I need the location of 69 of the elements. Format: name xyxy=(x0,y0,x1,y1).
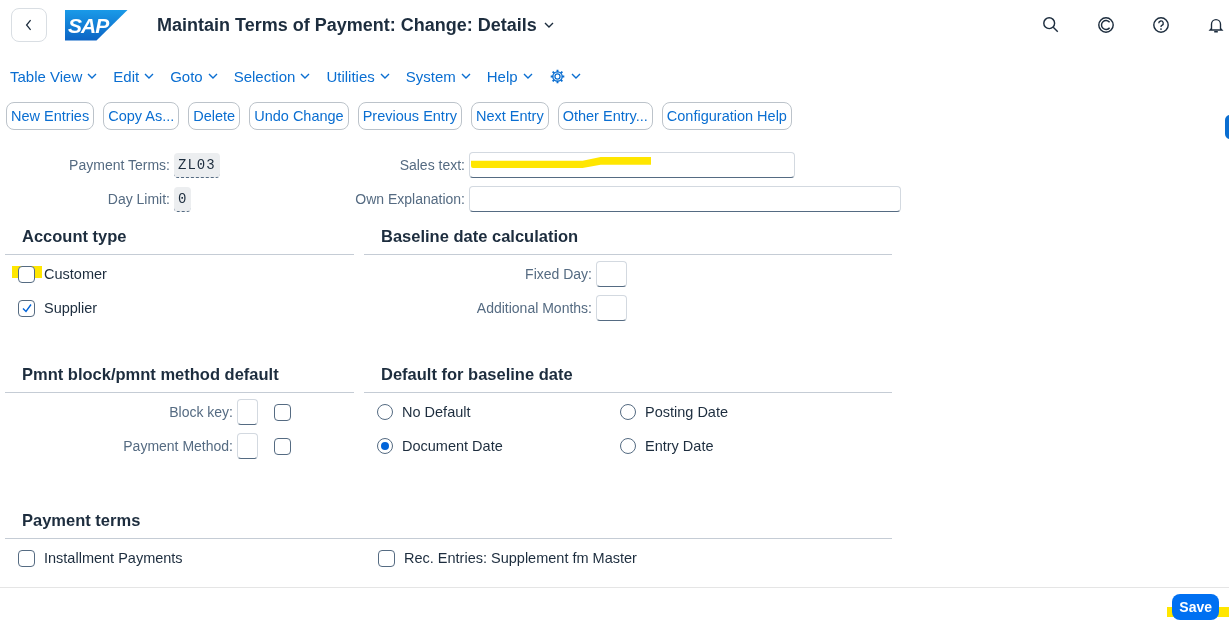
menu-item[interactable]: Goto xyxy=(170,64,218,88)
toolbar-button[interactable]: Other Entry... xyxy=(557,102,653,130)
section-heading: Account type xyxy=(5,219,354,255)
chevron-down-icon xyxy=(543,22,554,28)
input-field[interactable] xyxy=(237,433,258,459)
chevron-down-icon xyxy=(570,73,581,79)
toolbar-button[interactable]: Previous Entry xyxy=(357,102,462,130)
checkbox[interactable] xyxy=(18,265,35,283)
menu-item[interactable]: System xyxy=(405,64,471,88)
menu-item[interactable]: Edit xyxy=(113,64,155,88)
chevron-down-icon xyxy=(300,73,311,79)
text-field[interactable] xyxy=(469,152,795,178)
menu-item[interactable]: Utilities xyxy=(326,64,390,88)
text-field[interactable] xyxy=(469,186,901,212)
menu-item[interactable]: Selection xyxy=(233,64,311,88)
section-heading: Default for baseline date xyxy=(364,357,892,393)
toolbar-button[interactable]: Undo Change xyxy=(249,102,349,130)
menu-item[interactable]: Help xyxy=(486,64,533,88)
display-field: 0 xyxy=(174,186,192,212)
checkbox-label: Installment Payments xyxy=(44,550,183,566)
section-heading: Payment terms xyxy=(5,503,892,539)
chevron-down-icon xyxy=(460,73,471,79)
section-heading: Pmnt block/pmnt method default xyxy=(5,357,354,393)
checkbox[interactable] xyxy=(274,403,291,421)
checkbox[interactable] xyxy=(378,549,395,567)
radio-label: Document Date xyxy=(402,438,503,454)
display-field: ZL03 xyxy=(174,152,220,178)
input-field[interactable] xyxy=(596,261,627,287)
field-label: Additional Months: xyxy=(475,300,592,316)
toolbar-button[interactable]: Next Entry xyxy=(471,102,549,130)
field-label: Block key: xyxy=(168,404,233,420)
window-title[interactable]: Maintain Terms of Payment: Change: Details xyxy=(157,14,554,36)
back-icon xyxy=(25,18,33,31)
toolbar-button[interactable]: Configuration Help xyxy=(661,102,792,130)
input-field[interactable] xyxy=(237,399,258,425)
section-heading: Baseline date calculation xyxy=(364,219,892,255)
checkbox[interactable] xyxy=(18,299,35,317)
checkbox-label: Supplier xyxy=(44,300,98,316)
checkmark-icon xyxy=(20,302,33,314)
radio-label: No Default xyxy=(402,404,471,420)
radio-label: Posting Date xyxy=(645,404,729,420)
input-field[interactable] xyxy=(596,295,627,321)
help-icon[interactable] xyxy=(1152,16,1170,34)
settings-icon xyxy=(548,67,566,85)
search-icon[interactable] xyxy=(1042,16,1060,34)
menu-item[interactable]: Table View xyxy=(10,64,98,88)
radio-label: Entry Date xyxy=(645,438,714,454)
field-label: Payment Terms: xyxy=(69,157,170,173)
chevron-down-icon xyxy=(379,73,390,79)
checkbox-label: Customer xyxy=(44,266,107,282)
chevron-down-icon xyxy=(522,73,533,79)
checkbox[interactable] xyxy=(274,437,291,455)
save-button[interactable]: Save xyxy=(1172,593,1219,620)
toolbar-button[interactable]: Delete xyxy=(188,102,241,130)
toolbar-button[interactable]: Copy As... xyxy=(103,102,180,130)
chevron-down-icon xyxy=(207,73,218,79)
field-label: Payment Method: xyxy=(122,438,233,454)
field-label: Fixed Day: xyxy=(524,266,592,282)
field-label: Own Explanation: xyxy=(355,191,465,207)
field-label: Sales text: xyxy=(399,157,465,173)
checkbox-label: Rec. Entries: Supplement fm Master xyxy=(404,550,637,566)
chevron-down-icon xyxy=(144,73,155,79)
checkbox[interactable] xyxy=(18,549,35,567)
logo: SAP xyxy=(65,9,128,41)
chevron-down-icon xyxy=(87,73,98,79)
field-label: Day Limit: xyxy=(107,191,170,207)
notification-bell-icon[interactable] xyxy=(1207,16,1225,34)
toolbar-button[interactable]: New Entries xyxy=(6,102,95,130)
copilot-icon[interactable] xyxy=(1097,16,1115,34)
